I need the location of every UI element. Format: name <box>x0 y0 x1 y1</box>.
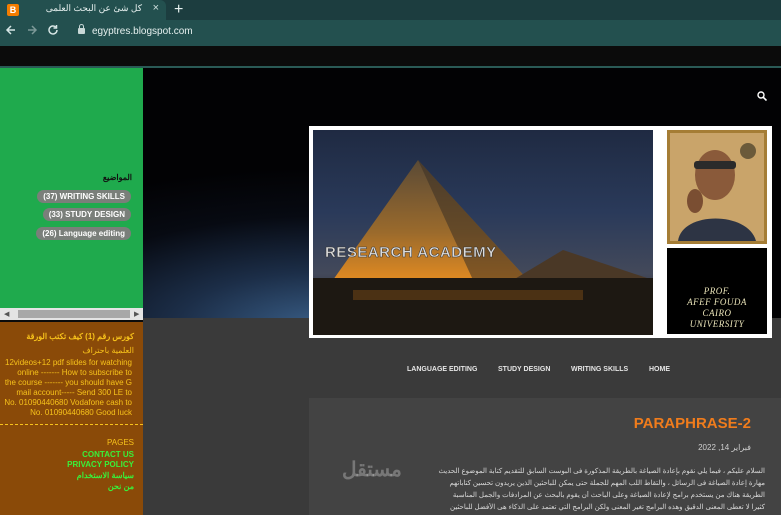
course-description: 12videos+12 pdf slides for watching onli… <box>4 358 132 417</box>
nav-study-design[interactable]: STUDY DESIGN <box>498 366 550 373</box>
card-line-university: UNIVERSITY <box>689 319 745 329</box>
nav-writing-skills[interactable]: WRITING SKILLS <box>571 366 628 373</box>
profile-photo <box>667 130 767 244</box>
card-line-title: PROF. <box>703 286 731 296</box>
tab-title: كل شئ عن البحث العلمى <box>45 3 142 13</box>
reload-icon[interactable] <box>47 24 59 36</box>
research-academy-text: RESEARCH ACADEMY <box>325 244 497 262</box>
search-icon[interactable] <box>757 91 767 101</box>
scroll-right-icon[interactable]: ▶ <box>134 310 139 318</box>
post-text-line: الطريقة هناك من يستخدم برامج لإعادة الصي… <box>452 492 765 499</box>
page-content: المواضيع (37) WRITING SKILLS (33) STUDY … <box>0 46 781 515</box>
label-writing-skills[interactable]: (37) WRITING SKILLS <box>37 190 131 203</box>
post-text-line: كثيرا لا تعطى المعنى الدقيق وهذه البرامج… <box>450 504 765 511</box>
browser-tab-bar: B كل شئ عن البحث العلمى × + <box>0 0 781 20</box>
person-portrait <box>670 133 764 241</box>
new-tab-icon[interactable]: + <box>174 0 183 20</box>
course-title: كورس رقم (1) كيف تكتب الورقة <box>26 332 134 341</box>
address-bar: egyptres.blogspot.com <box>0 20 781 46</box>
pyramid-illustration <box>313 160 653 335</box>
lock-icon[interactable] <box>78 24 85 34</box>
watermark: مستقل <box>342 459 402 481</box>
page-link-contact[interactable]: CONTACT US <box>82 450 134 459</box>
scrollbar-thumb[interactable] <box>18 310 130 318</box>
browser-tab[interactable]: B كل شئ عن البحث العلمى × <box>0 0 166 20</box>
close-tab-icon[interactable]: × <box>153 2 159 14</box>
labels-heading: المواضيع <box>102 173 132 182</box>
name-card: PROF. AFEF FOUDA CAIRO UNIVERSITY <box>667 248 767 334</box>
url-field[interactable]: egyptres.blogspot.com <box>92 26 193 37</box>
divider <box>0 424 143 425</box>
label-study-design[interactable]: (33) STUDY DESIGN <box>42 208 131 221</box>
card-line-city: CAIRO <box>702 308 732 318</box>
page-link-usage-policy[interactable]: سياسة الاستخدام <box>77 471 134 480</box>
pyramid-image: RESEARCH ACADEMY <box>313 130 653 335</box>
nav-language-editing[interactable]: LANGUAGE EDITING <box>407 366 477 373</box>
post-date: فبراير 14, 2022 <box>698 443 751 452</box>
course-subtitle: العلمية باحتراف <box>82 346 134 355</box>
forward-icon[interactable] <box>26 24 38 36</box>
post-title[interactable]: PARAPHRASE-2 <box>634 415 751 432</box>
scroll-left-icon[interactable]: ◀ <box>4 310 9 318</box>
card-line-name: AFEF FOUDA <box>687 297 747 307</box>
nav-home[interactable]: HOME <box>649 366 670 373</box>
back-icon[interactable] <box>5 24 17 36</box>
label-language-editing[interactable]: (26) Language editing <box>36 227 131 240</box>
page-link-privacy[interactable]: PRIVACY POLICY <box>67 460 134 469</box>
pages-heading: PAGES <box>107 438 134 447</box>
sidebar-scrollbar[interactable]: ◀ ▶ <box>0 308 143 320</box>
page-link-about[interactable]: من نحن <box>108 482 134 491</box>
labels-widget: المواضيع (37) WRITING SKILLS (33) STUDY … <box>0 68 143 320</box>
header-banner[interactable]: RESEARCH ACADEMY PROF. AFEF FOUDA CAIRO … <box>309 126 772 338</box>
blogger-icon: B <box>7 4 19 16</box>
course-widget: كورس رقم (1) كيف تكتب الورقة العلمية باح… <box>0 322 143 515</box>
